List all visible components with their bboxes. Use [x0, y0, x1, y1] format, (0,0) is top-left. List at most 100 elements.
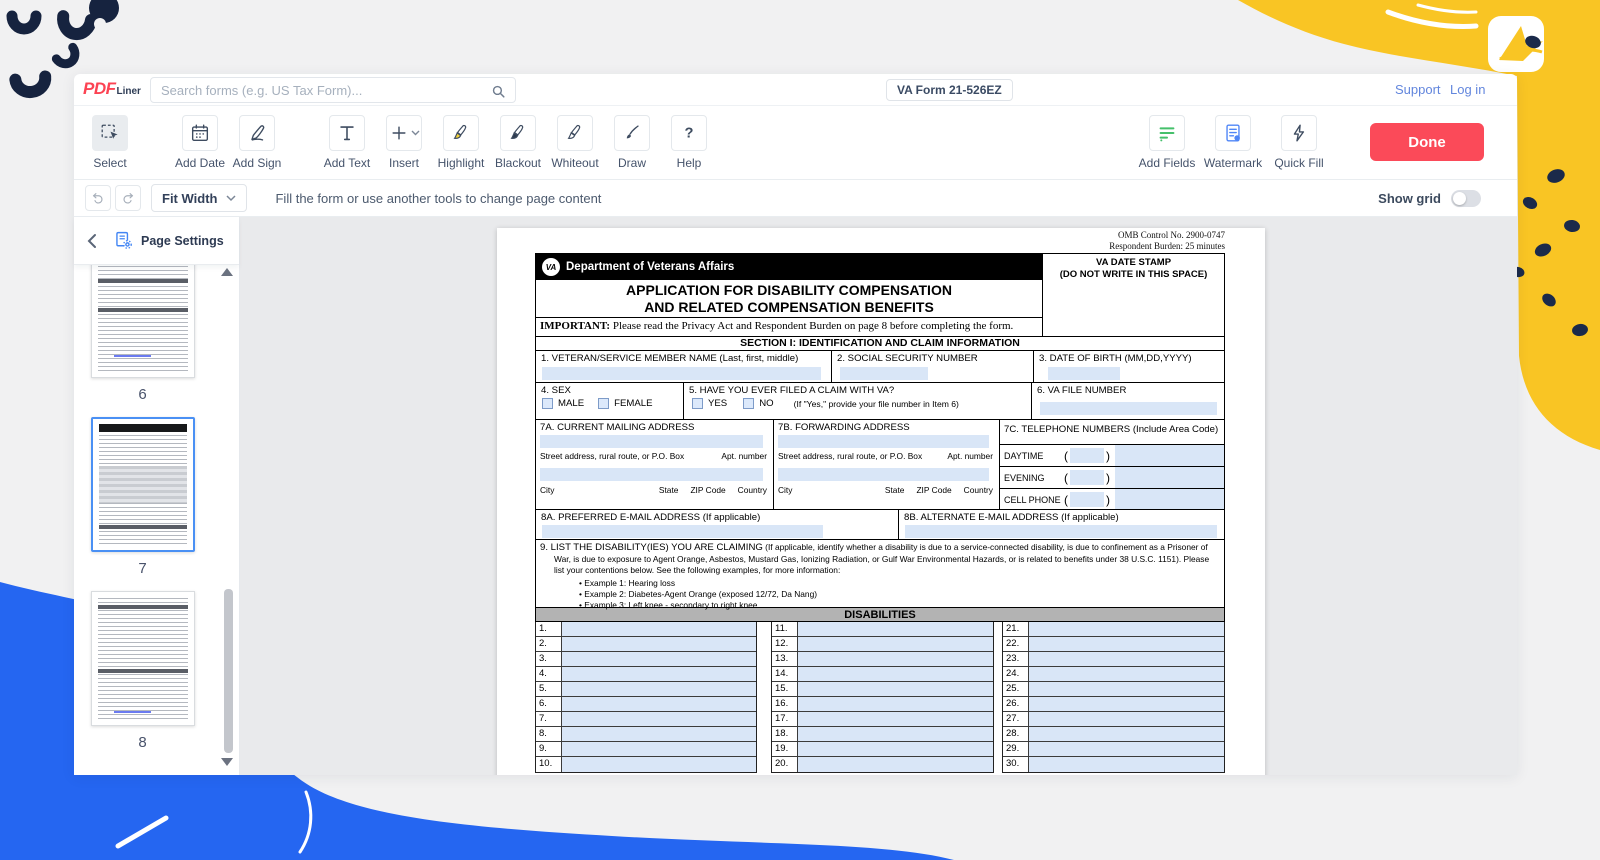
tool-select[interactable]: Select [85, 115, 135, 170]
tool-add-sign[interactable]: Add Sign [232, 115, 282, 170]
checkbox[interactable] [692, 398, 703, 409]
disability-row: 17. [772, 712, 993, 727]
disability-input[interactable] [562, 742, 756, 756]
area-code-input[interactable] [1070, 470, 1104, 485]
checkbox[interactable] [598, 398, 609, 409]
tool-add-fields[interactable]: Add Fields [1136, 115, 1198, 170]
page-thumbnail-7[interactable] [91, 417, 195, 552]
redo-button[interactable] [115, 185, 141, 211]
disability-input[interactable] [562, 727, 756, 741]
whiteout-icon [564, 122, 586, 144]
disability-input[interactable] [562, 667, 756, 681]
disability-input[interactable] [562, 637, 756, 651]
disability-input[interactable] [798, 697, 993, 711]
disability-input[interactable] [798, 667, 993, 681]
current-address-street-input[interactable] [540, 435, 763, 448]
tool-draw[interactable]: Draw [607, 115, 657, 170]
page-thumbnail-8[interactable] [91, 591, 195, 726]
forwarding-address-street-input[interactable] [778, 435, 989, 448]
disability-input[interactable] [798, 682, 993, 696]
scroll-up-arrow[interactable] [221, 268, 233, 276]
disability-input[interactable] [1029, 667, 1224, 681]
date-stamp-box: VA DATE STAMP (DO NOT WRITE IN THIS SPAC… [1042, 254, 1224, 336]
disability-input[interactable] [562, 652, 756, 666]
tool-add-text[interactable]: Add Text [322, 115, 372, 170]
phone-number-input[interactable] [1115, 445, 1224, 466]
scroll-down-arrow[interactable] [221, 758, 233, 766]
done-button[interactable]: Done [1370, 123, 1484, 161]
disability-input[interactable] [1029, 727, 1224, 741]
page-number: 8 [138, 734, 146, 751]
dob-input[interactable] [1048, 367, 1120, 380]
disability-input[interactable] [562, 622, 756, 636]
disability-input[interactable] [1029, 757, 1224, 772]
disability-number: 21. [1003, 622, 1029, 636]
disability-input[interactable] [1029, 697, 1224, 711]
disability-input[interactable] [562, 712, 756, 726]
checkbox[interactable] [542, 398, 553, 409]
disability-input[interactable] [1029, 637, 1224, 651]
disability-number: 16. [772, 697, 798, 711]
tool-quick-fill[interactable]: Quick Fill [1268, 115, 1330, 170]
preferred-email-input[interactable] [542, 525, 823, 538]
disability-row: 29. [1003, 742, 1224, 757]
tool-watermark[interactable]: Watermark [1202, 115, 1264, 170]
disability-input[interactable] [1029, 712, 1224, 726]
current-address-city-input[interactable] [540, 468, 763, 481]
page-settings-button[interactable]: Page Settings [113, 230, 224, 251]
paren: ( [1064, 449, 1068, 463]
pdfliner-logo[interactable]: PDF Liner [83, 79, 141, 99]
va-file-number-input[interactable] [1040, 402, 1217, 415]
disability-row: 26. [1003, 697, 1224, 712]
veteran-name-input[interactable] [542, 367, 821, 380]
tool-blackout[interactable]: Blackout [493, 115, 543, 170]
sidebar-scrollbar[interactable] [224, 589, 233, 753]
disability-input[interactable] [798, 727, 993, 741]
forwarding-address-city-input[interactable] [778, 468, 989, 481]
zoom-select[interactable]: Fit Width [151, 184, 247, 212]
tool-whiteout[interactable]: Whiteout [550, 115, 600, 170]
disability-input[interactable] [562, 757, 756, 772]
undo-button[interactable] [85, 185, 111, 211]
disability-input[interactable] [798, 712, 993, 726]
disability-input[interactable] [798, 637, 993, 651]
disability-input[interactable] [1029, 622, 1224, 636]
alternate-email-input[interactable] [905, 525, 1217, 538]
checkbox[interactable] [743, 398, 754, 409]
show-grid-toggle[interactable] [1451, 190, 1481, 207]
disability-number: 25. [1003, 682, 1029, 696]
ssn-input[interactable] [840, 367, 928, 380]
disability-input[interactable] [798, 742, 993, 756]
disability-number: 24. [1003, 667, 1029, 681]
field-8b-label: 8B. ALTERNATE E-MAIL ADDRESS (If applica… [904, 512, 1119, 523]
disability-input[interactable] [562, 682, 756, 696]
phone-number-input[interactable] [1115, 489, 1224, 510]
area-code-input[interactable] [1070, 492, 1104, 507]
example-item: Example 3: Left knee - secondary to righ… [579, 600, 1224, 611]
disability-input[interactable] [1029, 652, 1224, 666]
phone-number-input[interactable] [1115, 467, 1224, 488]
disability-input[interactable] [1029, 742, 1224, 756]
login-link[interactable]: Log in [1450, 82, 1485, 97]
search-icon[interactable] [490, 83, 507, 100]
disability-input[interactable] [1029, 682, 1224, 696]
search-input[interactable] [151, 78, 515, 102]
collapse-sidebar-button[interactable] [86, 233, 97, 249]
area-code-input[interactable] [1070, 448, 1104, 463]
disability-input[interactable] [798, 652, 993, 666]
address-caption: Street address, rural route, or P.O. Box… [540, 451, 767, 461]
tool-label: Blackout [495, 156, 541, 170]
tool-insert[interactable]: Insert [379, 115, 429, 170]
disability-row: 13. [772, 652, 993, 667]
tool-highlight[interactable]: Highlight [436, 115, 486, 170]
support-link[interactable]: Support [1395, 82, 1441, 97]
tool-help[interactable]: ?Help [664, 115, 714, 170]
page-thumbnail-6[interactable] [91, 265, 195, 378]
tool-label: Whiteout [551, 156, 598, 170]
disability-input[interactable] [798, 757, 993, 772]
example-item: Example 1: Hearing loss [579, 578, 1224, 589]
tool-add-date[interactable]: Add Date [175, 115, 225, 170]
disability-input[interactable] [798, 622, 993, 636]
disability-input[interactable] [562, 697, 756, 711]
phone-row: EVENING() [1000, 466, 1224, 488]
